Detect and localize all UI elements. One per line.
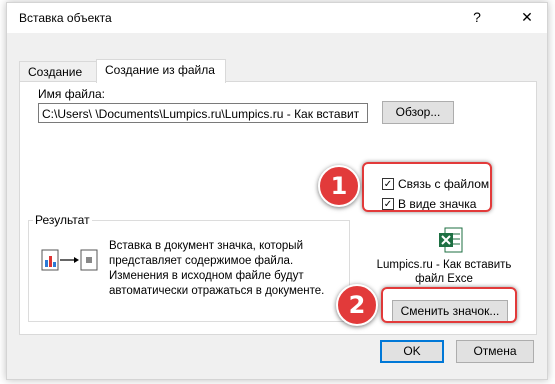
cancel-button[interactable]: Отмена <box>456 340 534 363</box>
title-bar: Вставка объекта ? ✕ <box>7 3 547 33</box>
close-button[interactable]: ✕ <box>517 9 537 26</box>
highlight-frame-change-icon <box>381 287 517 323</box>
ok-button[interactable]: OK <box>380 340 444 363</box>
annotation-badge-1: 1 <box>318 165 360 207</box>
result-illustration-icon <box>41 249 101 274</box>
tab-create-new[interactable]: Создание <box>19 61 97 82</box>
excel-file-icon <box>438 227 464 256</box>
dialog-title: Вставка объекта <box>19 11 112 25</box>
annotation-badge-2: 2 <box>336 284 378 326</box>
help-button[interactable]: ? <box>467 9 487 25</box>
tab-create-from-file[interactable]: Создание из файла <box>96 59 226 83</box>
icon-caption: Lumpics.ru - Как вставить файл Exce <box>376 259 512 285</box>
highlight-frame-options <box>362 162 492 212</box>
result-group: Результат Вставка в документ значка, кот… <box>28 213 350 322</box>
result-description: Вставка в документ значка, который предс… <box>109 240 325 297</box>
browse-button[interactable]: Обзор... <box>382 101 454 124</box>
file-name-label: Имя файла: <box>38 87 105 101</box>
result-group-title: Результат <box>33 213 92 227</box>
file-name-input[interactable]: C:\Users\ \Documents\Lumpics.ru\Lumpics.… <box>38 103 368 123</box>
